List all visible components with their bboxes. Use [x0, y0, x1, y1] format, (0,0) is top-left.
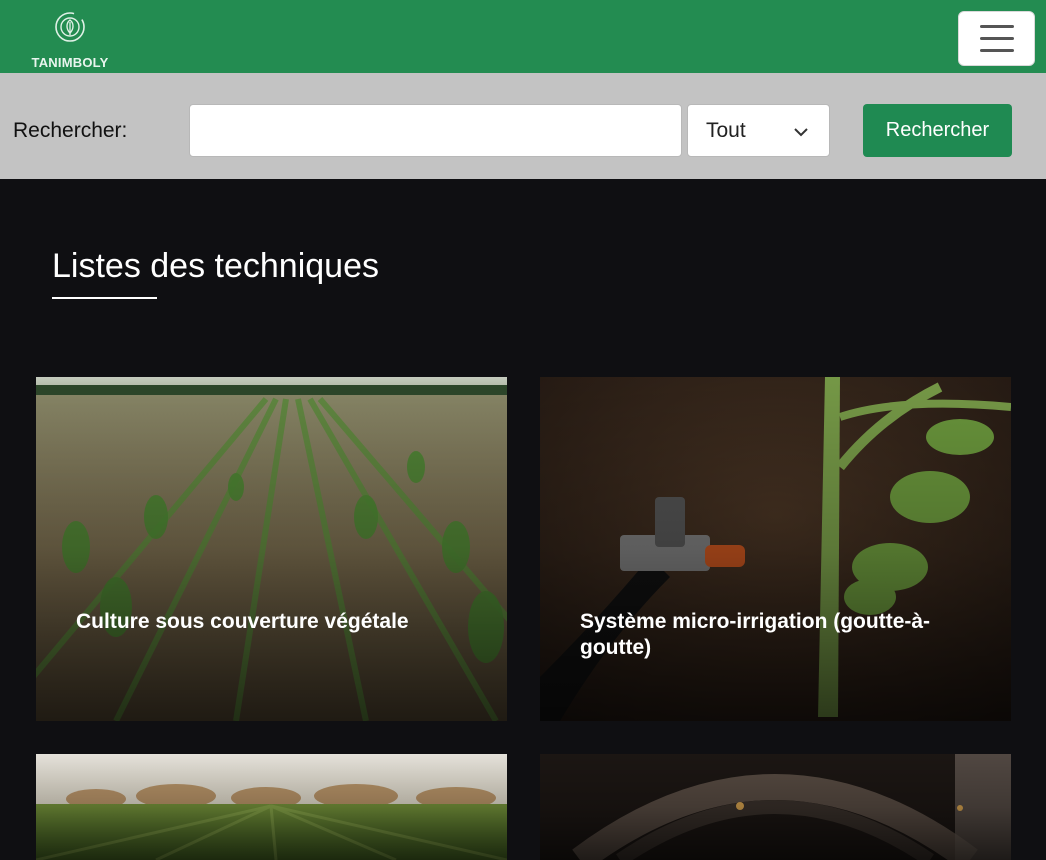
- leaf-circle-icon: [55, 12, 85, 42]
- hamburger-menu-icon: [979, 25, 1014, 28]
- title-underline: [52, 297, 157, 299]
- technique-card[interactable]: [36, 754, 507, 860]
- category-select[interactable]: Tout: [687, 104, 830, 157]
- brand-name: TANIMBOLY: [31, 55, 109, 70]
- hamburger-menu-button[interactable]: [958, 11, 1035, 66]
- search-label: Rechercher:: [13, 119, 128, 142]
- search-input[interactable]: [189, 104, 682, 157]
- search-bar: Rechercher: Tout Rechercher: [0, 73, 1046, 179]
- technique-card[interactable]: Système micro-irrigation (goutte-à-goutt…: [540, 377, 1011, 721]
- technique-card[interactable]: Culture sous couverture végétale: [36, 377, 507, 721]
- card-title: Culture sous couverture végétale: [76, 610, 409, 633]
- card-title: Système micro-irrigation (goutte-à-goutt…: [580, 610, 931, 659]
- category-select-value: Tout: [706, 118, 746, 142]
- brand[interactable]: TANIMBOLY: [24, 10, 116, 72]
- section-title: Listes des techniques: [52, 247, 379, 285]
- search-button[interactable]: Rechercher: [863, 104, 1012, 157]
- technique-card[interactable]: [540, 754, 1011, 860]
- top-navbar: TANIMBOLY: [0, 0, 1046, 73]
- chevron-down-icon: [794, 128, 808, 137]
